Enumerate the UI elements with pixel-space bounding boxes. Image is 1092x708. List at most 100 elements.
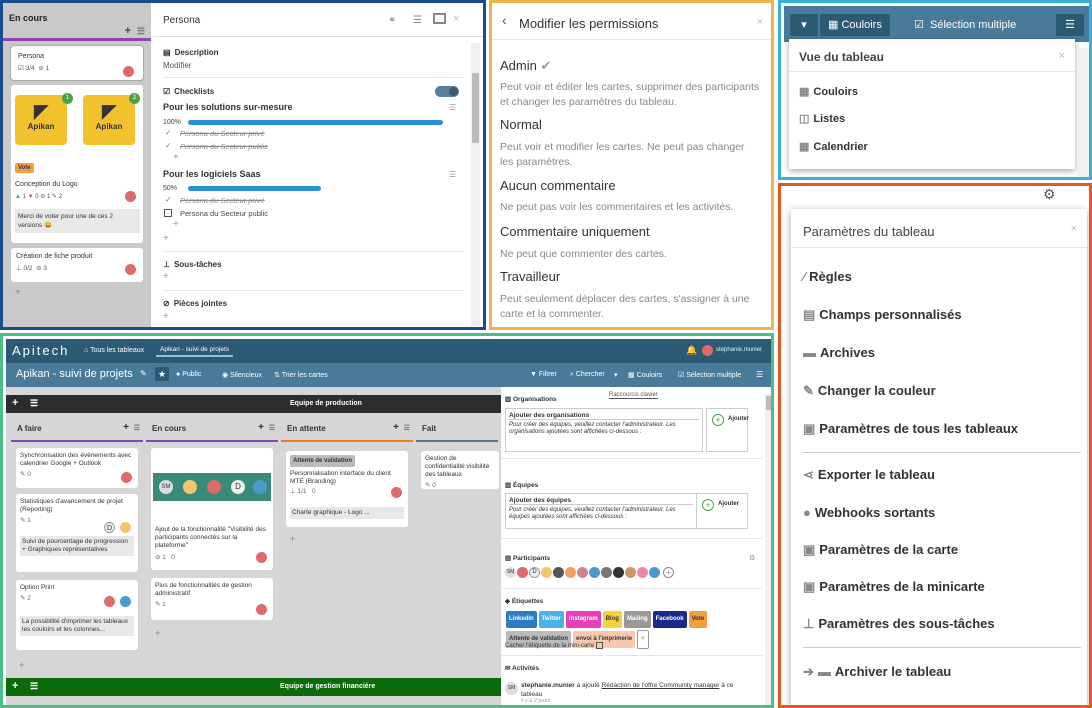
gear-icon[interactable]: ⚙	[1043, 186, 1056, 203]
checklist-item[interactable]: Persona du Secteur privé	[180, 129, 265, 138]
menu-icon[interactable]: ☰	[134, 424, 140, 432]
menu-all-boards-settings[interactable]: ▣ Paramètres de tous les tableaux	[803, 421, 1018, 437]
menu-export[interactable]: ⋖ Exporter le tableau	[803, 467, 935, 483]
scrollbar[interactable]	[471, 43, 480, 326]
check-icon[interactable]: ✓	[165, 141, 172, 150]
multi-select-button[interactable]: ☑ Sélection multiple	[906, 14, 1024, 36]
hide-minicard-label[interactable]: Cacher l'étiquette de la mini-carte	[505, 642, 603, 649]
add-card-icon[interactable]: +	[125, 25, 131, 37]
couloirs-button[interactable]: ▦ Couloirs	[628, 371, 662, 379]
link-icon[interactable]: ⚭	[388, 15, 396, 26]
view-swimlanes[interactable]: ▦ Couloirs	[799, 85, 858, 98]
card-persona[interactable]: Persona ☑ 3/4 ⊘ 1	[10, 45, 144, 81]
menu-icon[interactable]: ☰	[137, 26, 145, 37]
menu-subtask-settings[interactable]: ⊥ Paramètres des sous-tâches	[803, 616, 995, 632]
add-member-icon[interactable]: +	[662, 567, 674, 578]
caret-down-icon[interactable]: ▾	[614, 371, 618, 379]
menu-archive-board[interactable]: ➔ ▬ Archiver le tableau	[803, 664, 951, 680]
add-card-icon[interactable]: +	[290, 534, 295, 544]
add-subtask-icon[interactable]: +	[163, 271, 169, 282]
card-logo[interactable]: ◤ Apikan 1 ◤ Apikan 2 Vote Conception du…	[11, 85, 143, 243]
maximize-icon[interactable]	[433, 13, 446, 24]
label-tag[interactable]: Vote	[688, 611, 708, 628]
menu-archives[interactable]: ▬ Archives	[803, 345, 875, 360]
keyboard-shortcuts-link[interactable]: Raccourcis clavier	[609, 392, 658, 399]
card[interactable]: Plus de fonctionnalités de gestion admin…	[151, 578, 273, 620]
multi-select-button[interactable]: ☑ Sélection multiple	[678, 371, 741, 379]
view-calendar[interactable]: ▦ Calendrier	[799, 140, 868, 153]
couloirs-button[interactable]: ▦ Couloirs	[820, 14, 890, 36]
sort-button[interactable]: ⇅ Trier les cartes	[274, 371, 328, 379]
card[interactable]: SM D Ajout de la fonctionnalité "Visibil…	[151, 448, 273, 570]
add-icon[interactable]: +	[12, 680, 18, 692]
label-tag[interactable]: Instagram	[565, 611, 601, 628]
menu-minicard-settings[interactable]: ▣ Paramètres de la minicarte	[803, 579, 985, 595]
checklist-item[interactable]: Persona du Secteur public	[180, 209, 268, 218]
description-edit-link[interactable]: Modifier	[163, 61, 191, 70]
bell-icon[interactable]: 🔔	[686, 345, 697, 356]
board-tab[interactable]: Apikan - suivi de projets	[156, 344, 234, 357]
card[interactable]: Synchronisation des événements avec cale…	[16, 448, 138, 488]
role-admin[interactable]: Admin ✔	[500, 58, 551, 74]
add-card-icon[interactable]: +	[123, 422, 129, 433]
filter-button[interactable]: ▼ Filtrer	[530, 371, 557, 378]
close-icon[interactable]: ×	[1071, 223, 1077, 235]
menu-webhooks[interactable]: ● Webhooks sortants	[803, 505, 935, 520]
avatar[interactable]	[702, 345, 713, 356]
close-icon[interactable]: ×	[1059, 50, 1065, 62]
user-name[interactable]: stephanie.munier	[716, 347, 762, 353]
check-icon[interactable]: ✓	[165, 195, 172, 204]
visibility-button[interactable]: ● Public	[176, 371, 201, 378]
add-card-icon[interactable]: +	[155, 628, 160, 638]
add-org-button[interactable]: + Ajouter	[706, 408, 749, 452]
menu-change-color[interactable]: ✎ Changer la couleur	[803, 383, 936, 399]
activity-link[interactable]: Rédaction de l'offre Community manager	[602, 682, 720, 689]
close-icon[interactable]: ×	[453, 13, 459, 25]
close-icon[interactable]: ×	[757, 16, 763, 28]
checkbox[interactable]	[164, 209, 172, 217]
scrollbar[interactable]	[765, 394, 771, 705]
add-card-icon[interactable]: +	[15, 287, 139, 298]
checklist-item[interactable]: Persona du Secteur privé	[180, 196, 265, 205]
add-item-icon[interactable]: +	[173, 152, 179, 163]
caret-down-icon[interactable]: ▾	[790, 14, 818, 36]
brand-logo[interactable]: Apitech	[12, 343, 69, 358]
hamburger-icon[interactable]: ☰	[756, 370, 763, 379]
checklist-item[interactable]: Persona du Secteur public	[180, 142, 268, 151]
view-lists[interactable]: ◫ Listes	[799, 112, 845, 125]
menu-custom-fields[interactable]: ▤ Champs personnalisés	[803, 307, 962, 323]
menu-icon[interactable]: ☰	[30, 681, 38, 692]
label-tag[interactable]: Facebook	[652, 611, 687, 628]
menu-icon[interactable]: ☰	[404, 424, 410, 432]
edit-icon[interactable]: ✎	[140, 369, 147, 378]
add-card-icon[interactable]: +	[258, 422, 264, 433]
add-checklist-icon[interactable]: +	[163, 233, 169, 244]
watch-button[interactable]: ◉ Silencieux	[222, 371, 262, 379]
hide-checked-toggle[interactable]	[435, 86, 459, 97]
menu-icon[interactable]: ☰	[30, 398, 38, 409]
label-tag[interactable]: Blog	[602, 611, 622, 628]
role-comment-only[interactable]: Commentaire uniquement	[500, 224, 650, 239]
role-normal[interactable]: Normal	[500, 117, 542, 132]
add-card-icon[interactable]: +	[393, 422, 399, 433]
menu-rules[interactable]: ⁄ Règles	[803, 269, 852, 284]
gear-icon[interactable]: ⚙	[749, 554, 755, 562]
role-no-comments[interactable]: Aucun commentaire	[500, 178, 616, 193]
back-icon[interactable]: ‹	[502, 12, 507, 28]
label-tag[interactable]: Mailing	[623, 611, 651, 628]
role-worker[interactable]: Travailleur	[500, 269, 560, 284]
add-team-button[interactable]: + Ajouter	[696, 493, 748, 529]
menu-icon[interactable]: ☰	[449, 103, 456, 112]
add-card-icon[interactable]: +	[19, 660, 24, 670]
card-fiche-produit[interactable]: Création de fiche produit ⊥ 0/2 ⊘ 3	[11, 248, 143, 282]
label-tag[interactable]: Twitter	[538, 611, 564, 628]
card[interactable]: Option Print ✎ 2 La possibilité d'imprim…	[16, 580, 138, 650]
add-item-icon[interactable]: +	[173, 219, 179, 230]
search-button[interactable]: ⌕ Chercher	[570, 371, 605, 379]
star-icon[interactable]: ★	[155, 367, 169, 381]
menu-icon[interactable]: ☰	[269, 424, 275, 432]
card[interactable]: Statistiques d'avancement de projet (Rep…	[16, 494, 138, 572]
all-boards-link[interactable]: ⌂ Tous les tableaux	[84, 347, 144, 354]
card[interactable]: Attente de validation Personnalisation i…	[286, 451, 408, 527]
menu-card-settings[interactable]: ▣ Paramètres de la carte	[803, 542, 958, 558]
